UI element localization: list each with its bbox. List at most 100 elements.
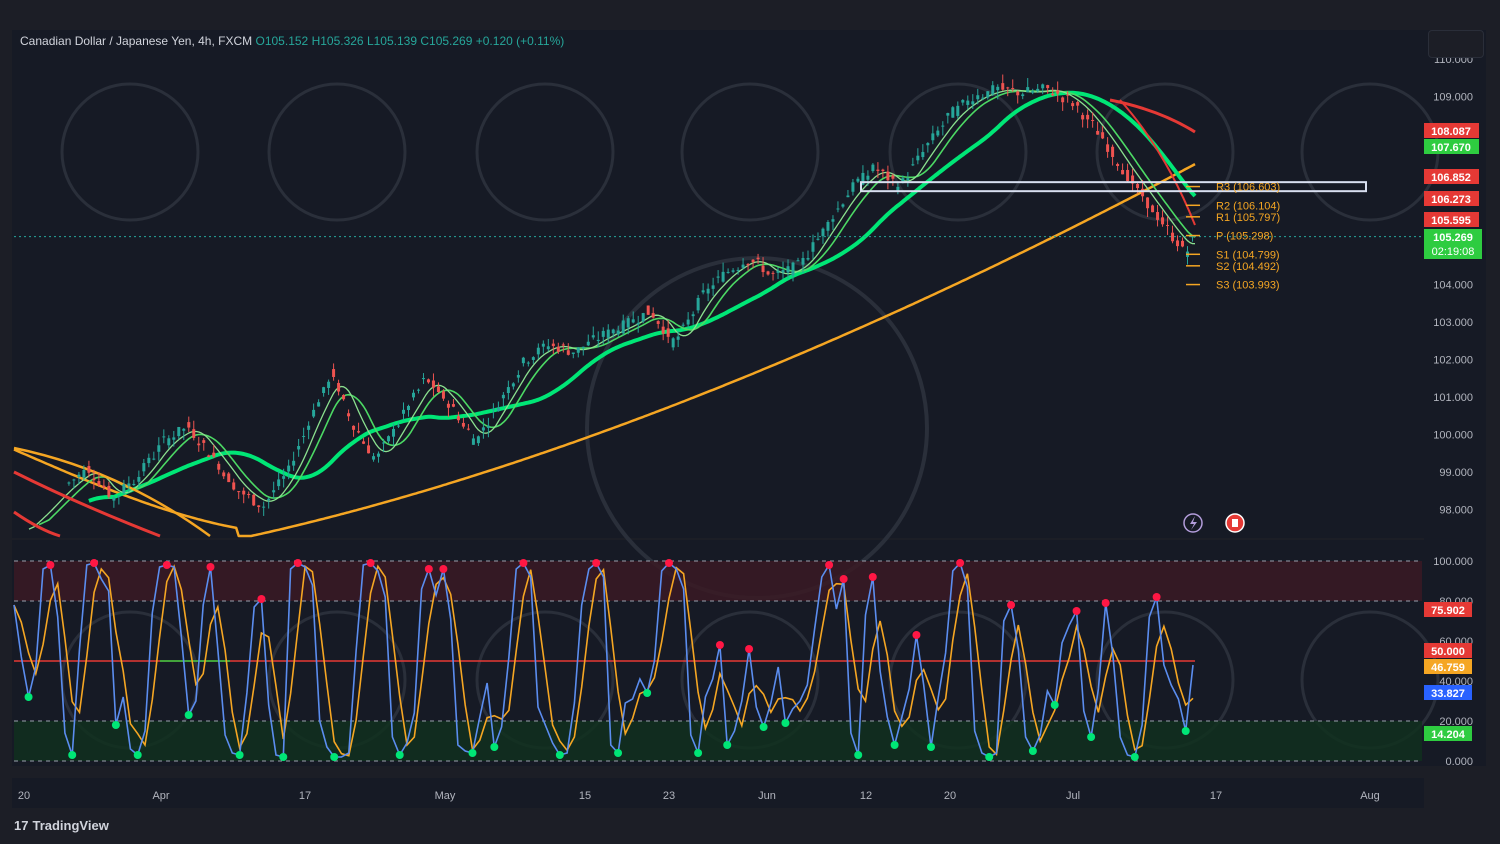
candle-body bbox=[641, 313, 645, 322]
candle-body bbox=[986, 91, 990, 98]
candle-body bbox=[771, 272, 775, 274]
symbol-name: Canadian Dollar / Japanese Yen, 4h, FXCM bbox=[20, 34, 253, 48]
price-tick-label: 109.000 bbox=[1433, 92, 1473, 104]
candle-body bbox=[1146, 197, 1150, 209]
candle-body bbox=[1101, 132, 1105, 139]
candle-body bbox=[232, 482, 236, 490]
candle-body bbox=[541, 343, 545, 347]
candle-body bbox=[841, 204, 845, 207]
candle-body bbox=[716, 276, 720, 278]
overbought-signal-dot bbox=[745, 645, 754, 653]
oversold-signal-dot bbox=[643, 689, 652, 697]
legend-low: L105.139 bbox=[366, 34, 418, 48]
candle-body bbox=[526, 362, 530, 364]
candle-body bbox=[237, 491, 241, 493]
osc-value-tag: 50.000 bbox=[1424, 643, 1472, 658]
candle-body bbox=[431, 380, 435, 388]
candle-body bbox=[1151, 205, 1155, 213]
flag-event-icon bbox=[1225, 513, 1245, 533]
price-tick-label: 104.000 bbox=[1433, 279, 1473, 291]
candle-body bbox=[906, 178, 910, 181]
oversold-signal-dot bbox=[24, 693, 33, 701]
symbol-legend: Canadian Dollar / Japanese Yen, 4h, FXCM… bbox=[20, 34, 564, 48]
candle-body bbox=[1061, 97, 1065, 103]
candle-body bbox=[282, 476, 286, 479]
candle-body bbox=[257, 505, 261, 507]
candle-body bbox=[1141, 188, 1145, 197]
candle-body bbox=[791, 262, 795, 276]
candle-body bbox=[406, 405, 410, 411]
candle-body bbox=[411, 392, 415, 398]
candle-body bbox=[72, 479, 76, 481]
tradingview-logo[interactable]: 17 TradingView bbox=[14, 818, 109, 833]
candle-body bbox=[177, 426, 181, 437]
candle-body bbox=[746, 263, 750, 266]
overbought-signal-dot bbox=[912, 631, 921, 639]
candle-body bbox=[227, 473, 231, 483]
svg-text:46.759: 46.759 bbox=[1431, 662, 1465, 674]
candle-body bbox=[367, 445, 371, 454]
candle-body bbox=[1106, 144, 1110, 152]
osc-value-tag: 46.759 bbox=[1424, 659, 1472, 674]
candle-body bbox=[631, 319, 635, 323]
oversold-signal-dot bbox=[68, 751, 77, 759]
oversold-signal-dot bbox=[395, 751, 404, 759]
candle-body bbox=[591, 335, 595, 338]
candle-body bbox=[551, 343, 555, 347]
oversold-signal-dot bbox=[330, 753, 339, 761]
candle-body bbox=[476, 436, 480, 444]
current-price-tag: 105.269 02:19:08 bbox=[1424, 229, 1482, 259]
candle-body bbox=[496, 407, 500, 412]
candle-body bbox=[821, 228, 825, 237]
candle-body bbox=[252, 494, 256, 506]
candle-body bbox=[1071, 103, 1075, 107]
candle-body bbox=[302, 435, 306, 437]
chart-settings-button[interactable] bbox=[1428, 30, 1484, 58]
pivot-label: R3 (106.603) bbox=[1216, 182, 1280, 194]
candle-body bbox=[941, 125, 945, 127]
candle-body bbox=[916, 155, 920, 161]
candle-body bbox=[921, 152, 925, 158]
candle-body bbox=[207, 455, 211, 458]
candle-body bbox=[981, 97, 985, 99]
candle-body bbox=[347, 413, 351, 417]
overbought-signal-dot bbox=[439, 565, 448, 573]
candle-body bbox=[127, 483, 131, 487]
candle-body bbox=[726, 271, 730, 273]
legend-close: C105.269 bbox=[420, 34, 473, 48]
osc-value-tag: 14.204 bbox=[1424, 726, 1472, 741]
candle-body bbox=[876, 169, 880, 171]
candle-body bbox=[102, 485, 106, 488]
price-tick-label: 99.000 bbox=[1439, 467, 1473, 479]
candle-body bbox=[616, 330, 620, 335]
pivot-label: R1 (105.797) bbox=[1216, 212, 1280, 224]
candle-body bbox=[516, 374, 520, 378]
candle-body bbox=[646, 305, 650, 315]
candle-body bbox=[461, 422, 465, 427]
candle-body bbox=[1176, 240, 1180, 247]
candle-body bbox=[426, 379, 430, 383]
candle-body bbox=[272, 490, 276, 493]
candle-body bbox=[267, 498, 271, 501]
oversold-signal-dot bbox=[723, 741, 732, 749]
candle-body bbox=[382, 442, 386, 444]
candle-body bbox=[1026, 87, 1030, 93]
candle-body bbox=[372, 456, 376, 460]
candle-body bbox=[362, 441, 366, 444]
pivot-label: S1 (104.799) bbox=[1216, 249, 1280, 261]
candle-body bbox=[421, 378, 425, 380]
candle-body bbox=[721, 271, 725, 282]
candle-body bbox=[197, 443, 201, 446]
candle-body bbox=[322, 387, 326, 394]
svg-text:75.902: 75.902 bbox=[1431, 605, 1465, 617]
svg-text:108.087: 108.087 bbox=[1431, 126, 1471, 138]
candle-body bbox=[1111, 146, 1115, 157]
candle-body bbox=[576, 347, 580, 353]
candle-body bbox=[1096, 130, 1100, 135]
candle-body bbox=[1126, 169, 1130, 181]
candle-body bbox=[556, 346, 560, 352]
time-tick-label: Aug bbox=[1360, 790, 1380, 802]
candle-body bbox=[352, 425, 356, 430]
chart-canvas[interactable]: 110.000109.000104.000103.000102.000101.0… bbox=[0, 0, 1500, 844]
candle-body bbox=[501, 394, 505, 399]
